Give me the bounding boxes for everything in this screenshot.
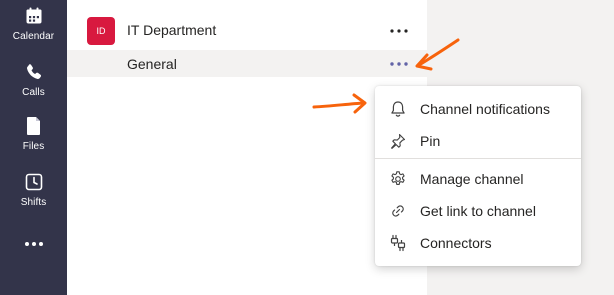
menu-item-pin[interactable]: Pin xyxy=(375,126,581,156)
rail-item-label: Calendar xyxy=(12,31,55,42)
more-apps-button[interactable] xyxy=(0,232,67,256)
channel-more-options-button[interactable] xyxy=(387,54,411,74)
rail-item-calendar[interactable]: Calendar xyxy=(0,4,67,52)
clock-icon xyxy=(22,170,46,194)
team-row-it-department[interactable]: ID IT Department xyxy=(67,14,427,48)
pin-icon xyxy=(389,132,407,150)
channel-row-general[interactable]: General xyxy=(67,50,427,77)
file-icon xyxy=(22,114,46,138)
menu-item-manage-channel[interactable]: Manage channel xyxy=(375,164,581,194)
rail-item-label: Files xyxy=(22,141,45,152)
team-more-options-button[interactable] xyxy=(387,21,411,41)
channel-context-menu: Channel notifications Pin Manage channel xyxy=(375,86,581,266)
menu-item-get-link[interactable]: Get link to channel xyxy=(375,196,581,226)
link-icon xyxy=(389,202,407,220)
rail-item-calls[interactable]: Calls xyxy=(0,60,67,108)
calendar-icon xyxy=(22,4,46,28)
app-rail: Calendar Calls Files Shifts xyxy=(0,0,67,295)
teams-list-pane: ID IT Department General xyxy=(67,0,427,295)
team-avatar: ID xyxy=(87,17,115,45)
more-icon xyxy=(22,232,46,256)
menu-item-label: Channel notifications xyxy=(420,101,550,117)
connectors-icon xyxy=(389,234,407,252)
rail-item-label: Shifts xyxy=(20,197,47,208)
rail-item-label: Calls xyxy=(22,87,45,98)
more-icon xyxy=(390,29,408,33)
phone-icon xyxy=(22,60,46,84)
gear-icon xyxy=(389,170,407,188)
rail-item-shifts[interactable]: Shifts xyxy=(0,170,67,218)
menu-divider xyxy=(375,158,581,159)
menu-item-label: Connectors xyxy=(420,235,492,251)
menu-item-channel-notifications[interactable]: Channel notifications xyxy=(375,94,581,124)
more-icon xyxy=(390,62,408,66)
menu-item-label: Get link to channel xyxy=(420,203,536,219)
rail-item-files[interactable]: Files xyxy=(0,114,67,162)
channel-name: General xyxy=(127,56,177,72)
menu-item-label: Manage channel xyxy=(420,171,524,187)
menu-item-label: Pin xyxy=(420,133,441,149)
team-name: IT Department xyxy=(127,22,217,38)
bell-icon xyxy=(389,100,407,118)
menu-item-connectors[interactable]: Connectors xyxy=(375,228,581,258)
